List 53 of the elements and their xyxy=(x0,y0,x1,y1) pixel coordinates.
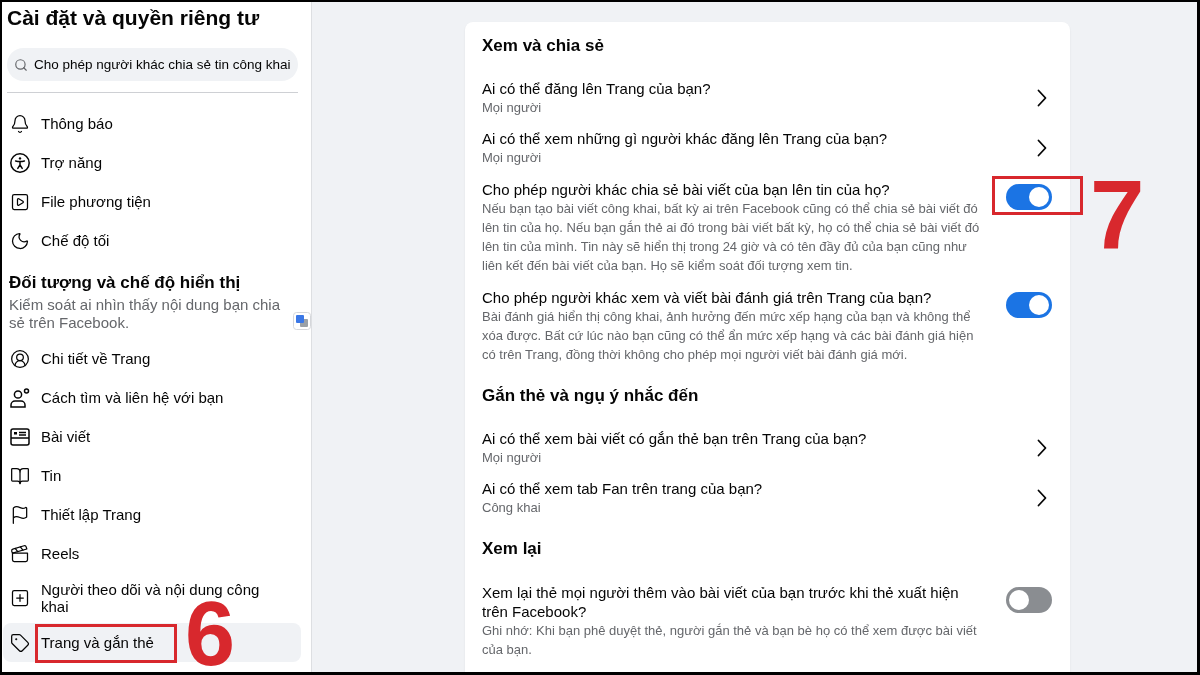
setting-title: Xem lại thẻ mọi người thêm vào bài viết của bạn trước khi thẻ xuất hiện trên Facebook? xyxy=(482,583,960,621)
setting-title: Cho phép người khác chia sẻ bài viết của bạn lên tin của họ? xyxy=(482,180,890,199)
sidebar-item[interactable]: Thông báo xyxy=(3,104,301,143)
bell-icon xyxy=(10,113,30,134)
sidebar-item[interactable]: Reels xyxy=(3,534,301,573)
toggle-switch[interactable] xyxy=(1006,184,1052,210)
sidebar-item[interactable]: Tin xyxy=(3,456,301,495)
search-icon xyxy=(14,58,28,72)
group-heading: Xem và chia sẻ xyxy=(482,35,605,57)
play-square-icon xyxy=(10,191,30,212)
setting-title: Cho phép người khác xem và viết bài đánh giá trên Trang của bạn? xyxy=(482,288,932,307)
tag-icon xyxy=(10,632,30,653)
chevron-right-icon[interactable] xyxy=(1037,439,1047,457)
setting-description: Nếu bạn tạo bài viết công khai, bất kỳ ai trên Facebook cũng có thể chia sẻ bài viết đó lên tin của họ. Nếu bạn gắn thẻ ai đó trong bài viết bất kỳ, họ có thể chia sẻ bài viết đó lên tin của mình. Tin này sẽ hiển thị trong 24 giờ và có tên đầy đủ của bạn cũng như liên kết đến bài viết của bạn. Họ sẽ kiểm soát đối tượng xem tin. xyxy=(482,200,981,275)
setting-value: Công khai xyxy=(482,499,541,517)
list-card-icon xyxy=(10,426,30,447)
squares-icon[interactable] xyxy=(293,312,311,330)
chevron-right-icon[interactable] xyxy=(1037,139,1047,157)
sidebar-item[interactable]: Bài viết xyxy=(3,417,301,456)
group-heading: Gắn thẻ và ngụ ý nhắc đến xyxy=(482,385,700,407)
moon-icon xyxy=(10,230,30,251)
sidebar-item[interactable]: Chế độ tối xyxy=(3,221,301,260)
chevron-right-icon[interactable] xyxy=(1037,89,1047,107)
setting-description: Bài đánh giá hiển thị công khai, ảnh hưởng đến mức xếp hạng của bạn và không thể xóa được. Bất cứ lúc nào bạn cũng có thể ẩn mức xếp hạng và các bài đánh giá hiện có trên Trang, đồng thời không cho phép mọi người viết bài đánh giá mới. xyxy=(482,308,975,364)
clapperboard-icon xyxy=(10,543,30,564)
book-icon xyxy=(10,465,30,486)
search-field[interactable]: Cho phép người khác chia sẻ tin công khai xyxy=(7,48,298,81)
chevron-right-icon[interactable] xyxy=(1037,489,1047,507)
setting-title: Ai có thể xem tab Fan trên trang của bạn? xyxy=(482,479,763,498)
setting-value: Mọi người xyxy=(482,149,542,167)
sidebar-item[interactable]: Thiết lập Trang xyxy=(3,495,301,534)
sidebar-item[interactable]: Cách tìm và liên hệ với bạn xyxy=(3,378,301,417)
setting-title: Ai có thể đăng lên Trang của bạn? xyxy=(482,79,711,98)
accessibility-icon xyxy=(10,152,30,173)
setting-value: Mọi người xyxy=(482,99,542,117)
sidebar-item[interactable]: File phương tiện xyxy=(3,182,301,221)
user-circle-icon xyxy=(10,348,30,369)
setting-title: Ai có thể xem bài viết có gắn thẻ bạn trên Trang của bạn? xyxy=(482,429,867,448)
setting-value: Mọi người xyxy=(482,449,542,467)
section-description: Kiểm soát ai nhìn thấy nội dung bạn chia sẻ trên Facebook. xyxy=(9,296,282,332)
sidebar-item[interactable]: Chi tiết về Trang xyxy=(3,339,301,378)
person-icon xyxy=(10,387,30,408)
plus-square-icon xyxy=(10,588,30,608)
setting-title: Ai có thể xem những gì người khác đăng lên Trang của bạn? xyxy=(482,129,888,148)
sidebar-title: Cài đặt và quyền riêng tư xyxy=(7,5,261,31)
group-heading: Xem lại xyxy=(482,538,543,560)
setting-description: Ghi nhớ: Khi bạn phê duyệt thẻ, người gắn thẻ và bạn bè họ có thể xem được bài viết của bạn. xyxy=(482,622,978,659)
step-number: 7 xyxy=(1090,180,1145,251)
toggle-switch[interactable] xyxy=(1006,587,1052,613)
section-heading: Đối tượng và chế độ hiển thị xyxy=(9,272,242,294)
sidebar-item[interactable]: Trợ năng xyxy=(3,143,301,182)
flag-icon xyxy=(10,504,30,525)
toggle-switch[interactable] xyxy=(1006,292,1052,318)
